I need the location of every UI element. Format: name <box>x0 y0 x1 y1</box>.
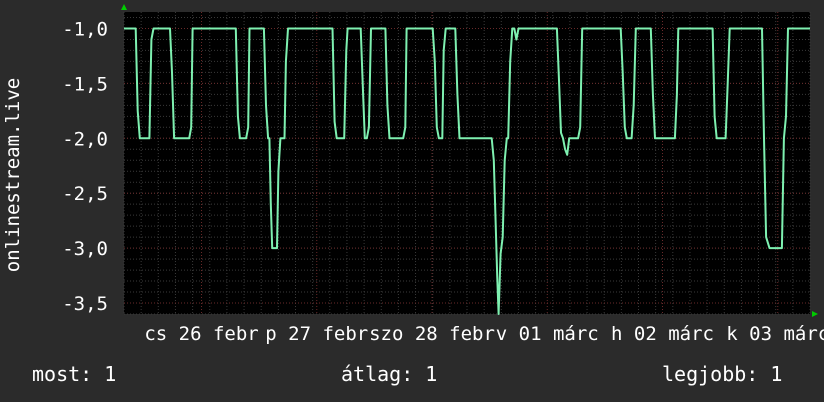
x-tick-label: v 01 márc <box>496 323 599 345</box>
footer-best-value: legjobb: 1 <box>662 362 783 386</box>
y-tick-label: -2,5 <box>62 183 108 205</box>
footer-current-value: most: 1 <box>32 362 117 386</box>
y-tick-label: -3,5 <box>62 293 108 315</box>
x-tick-label: szo 28 febr <box>369 323 495 345</box>
graph-panel: -1,0 -1,5 -2,0 -2,5 -3,0 -3,5 cs 26 febr p 27 f… <box>0 0 824 402</box>
x-tick-label: p 27 febr <box>265 323 368 345</box>
y-axis-arrow <box>121 4 127 10</box>
x-tick-label: k 03 márc <box>726 323 824 345</box>
y-tick-label: -1,0 <box>62 18 108 40</box>
y-axis-label: onlinestream.live <box>2 78 24 272</box>
stream-chart: -1,0 -1,5 -2,0 -2,5 -3,0 -3,5 cs 26 febr p 27 f… <box>2 4 824 345</box>
x-tick-label: h 02 márc <box>611 323 714 345</box>
x-axis-arrow <box>812 311 818 317</box>
y-tick-label: -1,5 <box>62 73 108 95</box>
y-tick-label: -2,0 <box>62 128 108 150</box>
x-tick-label: cs 26 febr <box>144 323 258 345</box>
y-tick-label: -3,0 <box>62 238 108 260</box>
footer-average-value: átlag: 1 <box>341 362 438 386</box>
